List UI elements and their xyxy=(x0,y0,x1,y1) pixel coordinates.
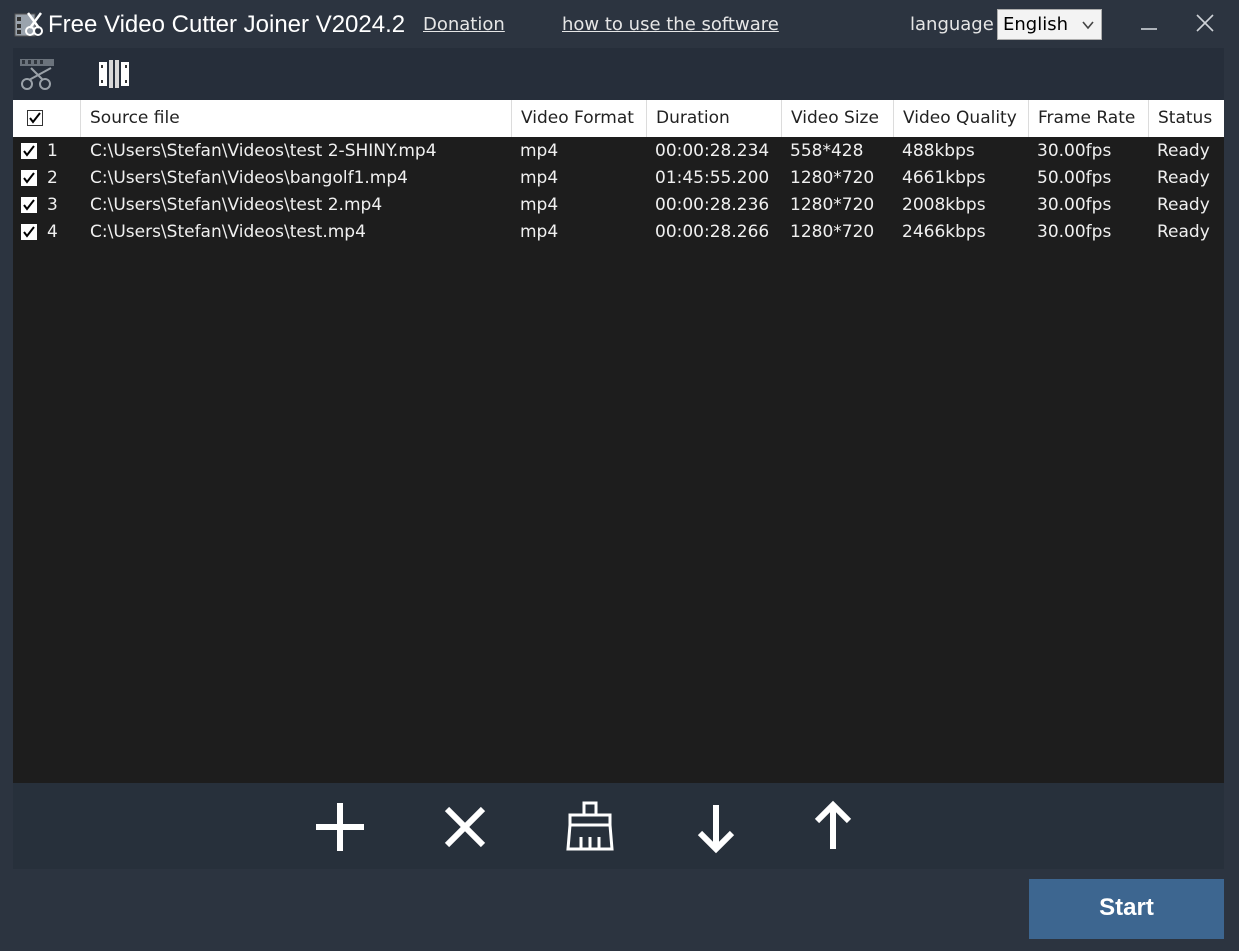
format-cell: mp4 xyxy=(520,195,559,215)
how-to-use-link[interactable]: how to use the software xyxy=(562,14,779,35)
duration-cell: 00:00:28.236 xyxy=(655,195,770,215)
cutter-icon[interactable] xyxy=(17,56,57,92)
col-source-file[interactable]: Source file xyxy=(80,100,511,137)
table-row[interactable]: 1 C:\Users\Stefan\Videos\test 2-SHINY.mp… xyxy=(13,138,1224,165)
col-frame-rate[interactable]: Frame Rate xyxy=(1028,100,1148,137)
start-button[interactable]: Start xyxy=(1029,879,1224,939)
close-button[interactable] xyxy=(1187,8,1223,40)
language-label: language xyxy=(910,14,994,35)
row-number: 2 xyxy=(47,168,58,188)
minimize-button[interactable] xyxy=(1131,8,1167,40)
move-down-icon[interactable] xyxy=(688,799,744,855)
app-title: Free Video Cutter Joiner V2024.2 xyxy=(48,11,406,38)
row-number: 4 xyxy=(47,222,58,242)
size-cell: 558*428 xyxy=(790,141,864,161)
donation-link[interactable]: Donation xyxy=(423,14,505,35)
col-status[interactable]: Status xyxy=(1148,100,1224,137)
status-cell: Ready xyxy=(1157,168,1210,188)
row-number: 3 xyxy=(47,195,58,215)
check-icon xyxy=(23,172,35,184)
quality-cell: 2466kbps xyxy=(902,222,986,242)
toolbar xyxy=(13,48,1224,100)
row-number: 1 xyxy=(47,141,58,161)
source-file-cell: C:\Users\Stefan\Videos\bangolf1.mp4 xyxy=(90,168,408,188)
clear-icon[interactable] xyxy=(562,799,618,855)
fps-cell: 50.00fps xyxy=(1037,168,1112,188)
status-cell: Ready xyxy=(1157,141,1210,161)
size-cell: 1280*720 xyxy=(790,195,875,215)
check-icon xyxy=(23,145,35,157)
format-cell: mp4 xyxy=(520,141,559,161)
fps-cell: 30.00fps xyxy=(1037,195,1112,215)
title-bar: Free Video Cutter Joiner V2024.2 Donatio… xyxy=(0,0,1239,48)
check-icon xyxy=(29,112,41,124)
row-checkbox[interactable] xyxy=(21,197,37,213)
table-header: Source file Video Format Duration Video … xyxy=(13,100,1224,137)
duration-cell: 01:45:55.200 xyxy=(655,168,770,188)
quality-cell: 488kbps xyxy=(902,141,975,161)
language-select[interactable]: English xyxy=(997,9,1102,40)
move-up-icon[interactable] xyxy=(805,799,861,855)
remove-icon[interactable] xyxy=(437,799,493,855)
fps-cell: 30.00fps xyxy=(1037,141,1112,161)
table-row[interactable]: 3 C:\Users\Stefan\Videos\test 2.mp4 mp4 … xyxy=(13,192,1224,219)
row-checkbox[interactable] xyxy=(21,170,37,186)
app-logo-icon xyxy=(14,12,43,37)
format-cell: mp4 xyxy=(520,168,559,188)
fps-cell: 30.00fps xyxy=(1037,222,1112,242)
table-row[interactable]: 2 C:\Users\Stefan\Videos\bangolf1.mp4 mp… xyxy=(13,165,1224,192)
col-duration[interactable]: Duration xyxy=(646,100,781,137)
size-cell: 1280*720 xyxy=(790,168,875,188)
language-value: English xyxy=(1003,14,1068,35)
row-checkbox[interactable] xyxy=(21,143,37,159)
col-video-quality[interactable]: Video Quality xyxy=(893,100,1028,137)
col-video-format[interactable]: Video Format xyxy=(511,100,646,137)
source-file-cell: C:\Users\Stefan\Videos\test.mp4 xyxy=(90,222,366,242)
joiner-icon[interactable] xyxy=(95,56,135,92)
check-icon xyxy=(23,226,35,238)
quality-cell: 4661kbps xyxy=(902,168,986,188)
source-file-cell: C:\Users\Stefan\Videos\test 2-SHINY.mp4 xyxy=(90,141,437,161)
chevron-down-icon xyxy=(1082,21,1094,30)
source-file-cell: C:\Users\Stefan\Videos\test 2.mp4 xyxy=(90,195,383,215)
format-cell: mp4 xyxy=(520,222,559,242)
select-all-checkbox[interactable] xyxy=(27,110,43,126)
size-cell: 1280*720 xyxy=(790,222,875,242)
quality-cell: 2008kbps xyxy=(902,195,986,215)
action-bar xyxy=(13,783,1224,869)
status-cell: Ready xyxy=(1157,195,1210,215)
status-cell: Ready xyxy=(1157,222,1210,242)
check-icon xyxy=(23,199,35,211)
add-icon[interactable] xyxy=(312,799,368,855)
file-table: Source file Video Format Duration Video … xyxy=(13,100,1224,783)
row-checkbox[interactable] xyxy=(21,224,37,240)
col-video-size[interactable]: Video Size xyxy=(781,100,893,137)
duration-cell: 00:00:28.234 xyxy=(655,141,770,161)
table-row[interactable]: 4 C:\Users\Stefan\Videos\test.mp4 mp4 00… xyxy=(13,219,1224,246)
duration-cell: 00:00:28.266 xyxy=(655,222,770,242)
